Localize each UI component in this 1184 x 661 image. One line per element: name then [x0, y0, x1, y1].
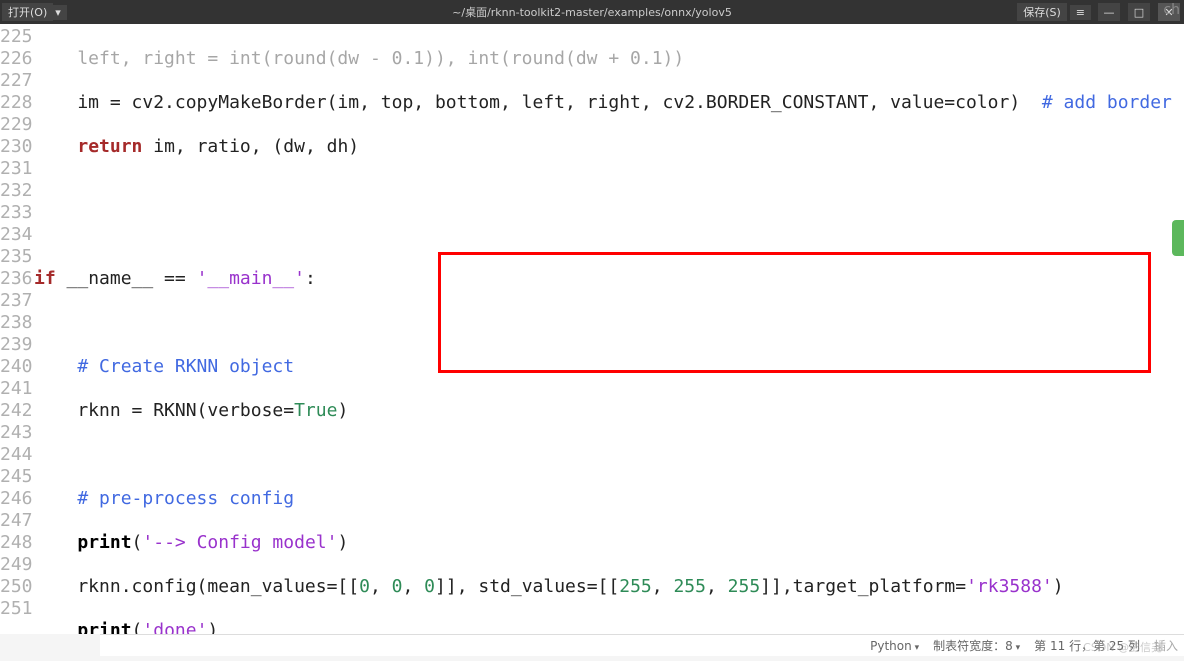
save-button[interactable]: 保存(S)	[1017, 3, 1067, 21]
line-gutter: 2252262272282292302312322332342352362372…	[0, 24, 34, 634]
tab-width-selector[interactable]: 制表符宽度：8	[933, 637, 1020, 654]
editor-area[interactable]: 2252262272282292302312322332342352362372…	[0, 24, 1184, 634]
title-bar: 打开(O) ▾ ~/桌面/rknn-toolkit2-master/exampl…	[0, 0, 1184, 24]
maximize-button[interactable]: □	[1128, 3, 1150, 21]
side-marker	[1172, 220, 1184, 256]
file-path: ~/桌面/rknn-toolkit2-master/examples/onnx/…	[0, 4, 1184, 20]
open-dropdown[interactable]: ▾	[53, 5, 67, 20]
open-button[interactable]: 打开(O)	[2, 3, 53, 21]
language-selector[interactable]: Python	[870, 639, 919, 653]
status-bar: Python 制表符宽度：8 第 11 行，第 25 列 插入	[100, 634, 1184, 656]
code-content[interactable]: left, right = int(round(dw - 0.1)), int(…	[34, 24, 1184, 634]
hamburger-button[interactable]: ≡	[1070, 5, 1091, 20]
ime-indicator: ch	[1163, 2, 1180, 18]
minimize-button[interactable]: —	[1098, 3, 1120, 21]
watermark: CSDN @彭信尧	[1083, 639, 1162, 655]
